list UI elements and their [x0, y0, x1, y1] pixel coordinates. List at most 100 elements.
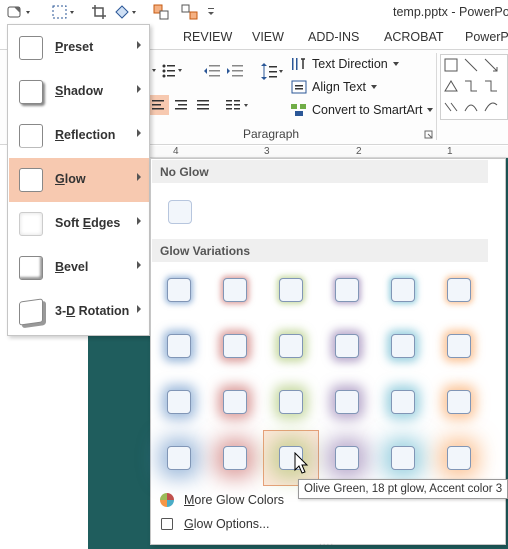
glow-aqua-18pt-option[interactable]: [391, 446, 415, 470]
crop-icon[interactable]: [90, 3, 108, 21]
menu-item-label: Rotation: [75, 304, 130, 318]
group-icon[interactable]: [180, 3, 200, 21]
align-left-button[interactable]: [147, 95, 169, 115]
glow-aqua-5pt-option[interactable]: [391, 278, 415, 302]
chevron-right-icon: [137, 261, 141, 269]
menu-item-shadow[interactable]: Shadow: [9, 70, 149, 114]
tab-add-ins[interactable]: ADD-INS: [308, 30, 359, 44]
glow-orange-5pt-option[interactable]: [447, 278, 471, 302]
glow-orange-11pt-option[interactable]: [447, 390, 471, 414]
bevel-thumbnail: [19, 256, 43, 280]
no-glow-option[interactable]: [168, 200, 192, 224]
glow-options-item[interactable]: Glow Options...: [152, 512, 504, 536]
shapes-gallery[interactable]: [440, 54, 508, 120]
glow-thumbnail: [19, 168, 43, 192]
tab-review[interactable]: REVIEW: [183, 30, 232, 44]
menu-item-label: R: [55, 128, 65, 142]
select-icon[interactable]: [50, 3, 78, 21]
tab-view[interactable]: VIEW: [252, 30, 284, 44]
align-text-icon: [291, 80, 307, 94]
glow-purple-5pt-option[interactable]: [335, 278, 359, 302]
glow-olive-green-8pt-option[interactable]: [279, 334, 303, 358]
chevron-down-icon: [427, 108, 434, 112]
glow-purple-11pt-option[interactable]: [335, 390, 359, 414]
menu-item-label: dges: [91, 216, 121, 230]
no-glow-header: No Glow: [152, 160, 488, 183]
color-wheel-icon: [160, 493, 174, 507]
menu-item-3d-rotation[interactable]: 3-D Rotation: [9, 290, 149, 334]
menu-item-label: reset: [63, 40, 94, 54]
glow-orange-18pt-option[interactable]: [447, 446, 471, 470]
glow-blue-5pt-option[interactable]: [167, 278, 191, 302]
text-direction-label: Text Direction: [312, 57, 388, 71]
text-direction-button[interactable]: Text Direction: [290, 56, 400, 72]
glow-purple-18pt-option[interactable]: [335, 446, 359, 470]
resize-grip-icon[interactable]: ....: [319, 537, 334, 548]
menu-item-reflection[interactable]: Reflection: [9, 114, 149, 158]
align-text-label: Align Text: [312, 80, 366, 94]
menu-item-preset[interactable]: Preset: [9, 26, 149, 70]
glow-olive-green-11pt-option[interactable]: [279, 390, 303, 414]
text-direction-icon: [292, 58, 305, 70]
glow-options-label: G: [184, 517, 194, 531]
glow-aqua-8pt-option[interactable]: [391, 334, 415, 358]
glow-options-icon: [161, 518, 173, 530]
columns-icon[interactable]: [224, 95, 252, 118]
shape-effects-icon[interactable]: [4, 3, 34, 21]
menu-item-label: evel: [64, 260, 89, 274]
line-spacing-icon[interactable]: [258, 63, 284, 84]
glow-tooltip: Olive Green, 18 pt glow, Accent color 3: [298, 479, 508, 499]
menu-item-glow[interactable]: Glow: [9, 158, 149, 202]
chevron-down-icon: [370, 85, 377, 89]
align-text-button[interactable]: Align Text: [290, 79, 378, 95]
window-title: temp.pptx - PowerPoi: [393, 5, 508, 19]
glow-options-label: low Options...: [193, 517, 270, 531]
glow-red-11pt-option[interactable]: [223, 390, 247, 414]
glow-red-18pt-option[interactable]: [223, 446, 247, 470]
ruler-tick: 2: [356, 146, 362, 157]
convert-smartart-button[interactable]: Convert to SmartArt: [290, 102, 434, 118]
more-glow-colors-label: M: [184, 493, 195, 507]
glow-red-8pt-option[interactable]: [223, 334, 247, 358]
decrease-indent-icon[interactable]: [203, 63, 221, 82]
tab-acrobat[interactable]: ACROBAT: [384, 30, 444, 44]
chevron-right-icon: [137, 217, 141, 225]
fill-icon[interactable]: [112, 3, 142, 21]
glow-blue-18pt-option[interactable]: [167, 446, 191, 470]
customize-qat-icon[interactable]: [206, 3, 216, 21]
chevron-right-icon: [137, 129, 141, 137]
chevron-right-icon: [137, 41, 141, 49]
ruler-tick: 4: [173, 146, 179, 157]
soft-edges-thumbnail: [19, 212, 43, 236]
ruler-tick: 3: [264, 146, 270, 157]
menu-item-label: eflection: [64, 128, 116, 142]
menu-item-soft-edges[interactable]: Soft Edges: [9, 202, 149, 246]
horizontal-ruler: 4 3 2 1: [148, 146, 508, 158]
glow-blue-11pt-option[interactable]: [167, 390, 191, 414]
paragraph-group-label: Paragraph: [243, 127, 300, 141]
menu-item-label: Soft: [55, 216, 83, 230]
increase-indent-icon[interactable]: [226, 63, 244, 82]
mouse-cursor-icon: [294, 452, 309, 474]
menu-item-bevel[interactable]: Bevel: [9, 246, 149, 290]
align-right-icon[interactable]: [172, 95, 190, 118]
menu-item-label: 3-: [55, 304, 67, 318]
glow-orange-8pt-option[interactable]: [447, 334, 471, 358]
arrange-icon[interactable]: [152, 3, 170, 21]
bullets-icon[interactable]: [150, 62, 186, 83]
shape-effects-menu: Preset Shadow Reflection Glow Soft Edges…: [7, 24, 150, 336]
menu-item-label: E: [82, 216, 92, 230]
chevron-right-icon: [137, 305, 141, 313]
dialog-launcher-icon[interactable]: [424, 129, 434, 143]
glow-purple-8pt-option[interactable]: [335, 334, 359, 358]
glow-aqua-11pt-option[interactable]: [391, 390, 415, 414]
justify-icon[interactable]: [194, 95, 212, 118]
glow-blue-8pt-option[interactable]: [167, 334, 191, 358]
glow-olive-green-5pt-option[interactable]: [279, 278, 303, 302]
menu-item-label: low: [64, 172, 86, 186]
glow-red-5pt-option[interactable]: [223, 278, 247, 302]
ruler-tick: 1: [447, 146, 453, 157]
smartart-icon: [291, 104, 306, 116]
tab-powerpoint[interactable]: PowerPo: [465, 30, 508, 44]
preset-thumbnail: [19, 36, 43, 60]
